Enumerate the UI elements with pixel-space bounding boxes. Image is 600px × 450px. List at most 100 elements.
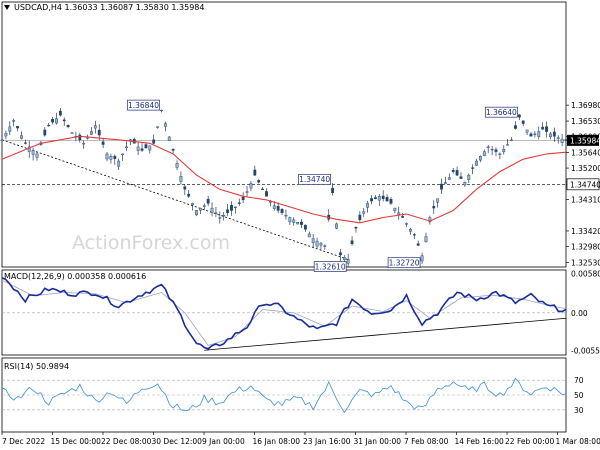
candle-body (475, 160, 478, 166)
candle-body (354, 227, 358, 229)
candle-body (311, 238, 315, 243)
candle-body (370, 198, 373, 202)
candle-body (62, 119, 66, 122)
candle-body (152, 139, 156, 144)
candle-body (506, 144, 510, 146)
macd-axis-label: -0.005558 (571, 347, 600, 356)
candle-body (420, 255, 424, 262)
candle-body (179, 176, 183, 182)
level-price-label: 1.34740 (570, 180, 600, 189)
candle-body (514, 125, 517, 129)
candle-body (346, 259, 350, 264)
price-header-text: USDCAD,H4 1.36033 1.36087 1.35830 1.3598… (14, 3, 205, 12)
candle-body (35, 153, 39, 158)
candle-body (47, 124, 51, 127)
candle-body (198, 207, 202, 211)
candle-body (401, 216, 405, 218)
candle-body (222, 214, 226, 217)
candle-body (187, 193, 191, 197)
candle-body (409, 229, 412, 232)
candle-body (226, 209, 229, 214)
price-axis-label: 1.35200 (571, 164, 600, 173)
time-axis-label: 7 Dec 2022 (2, 437, 45, 446)
rsi-header: RSI(14) 50.9894 (4, 362, 69, 371)
candle-body (459, 176, 463, 179)
candle-body (385, 196, 389, 202)
candle-body (43, 129, 47, 136)
candle-body (307, 233, 311, 238)
candle-body (148, 145, 152, 151)
candle-body (432, 206, 436, 209)
candle-body (284, 214, 288, 217)
candle-body (374, 197, 377, 199)
price-callout-label: 1.36640 (486, 108, 517, 117)
candle-body (482, 151, 486, 156)
candle-body (191, 203, 194, 206)
candle-body (405, 223, 408, 225)
candle-body (424, 236, 428, 243)
candle-body (280, 209, 284, 214)
candle-body (66, 125, 70, 128)
rsi-axis-label: 30 (574, 406, 584, 415)
candle-body (479, 156, 482, 161)
watermark-text: ActionForex.com (72, 232, 230, 254)
candle-body (545, 126, 548, 132)
candle-body (237, 202, 241, 204)
candle-body (541, 126, 545, 130)
candle-body (210, 207, 214, 213)
time-axis-label: 9 Jan 00:00 (202, 437, 245, 446)
candle-body (272, 205, 276, 209)
candle-body (296, 222, 300, 225)
candle-body (12, 120, 16, 122)
time-axis-label: 30 Dec 12:00 (152, 437, 203, 446)
macd-axis-label: 0.00 (571, 309, 588, 318)
time-axis-label: 16 Jan 08:00 (253, 437, 301, 446)
candle-body (163, 123, 167, 127)
chart-canvas: 1.36840 1.36640 1.34740 1.32610 1.32720 1.36… (0, 0, 600, 450)
candle-body (323, 245, 327, 247)
price-axis-label: 1.36530 (571, 117, 600, 126)
candle-body (230, 205, 233, 211)
rsi-axis-label: 50 (574, 391, 584, 400)
candle-body (8, 126, 12, 132)
candle-body (31, 150, 35, 155)
candle-body (362, 211, 366, 214)
candle-body (214, 212, 218, 214)
candle-body (0, 139, 4, 141)
candle-body (335, 223, 338, 229)
candle-body (525, 129, 529, 133)
candle-body (97, 129, 101, 136)
candle-body (502, 149, 506, 153)
candle-body (303, 224, 307, 230)
candle-body (16, 126, 19, 129)
time-axis-label: 7 Feb 08:00 (404, 437, 449, 446)
dropdown-triangle-icon (4, 5, 10, 10)
candle-body (78, 134, 82, 141)
candle-body (393, 207, 397, 212)
candle-body (436, 198, 440, 203)
candle-body (233, 206, 237, 208)
candle-body (517, 114, 521, 118)
candle-body (319, 243, 323, 246)
candle-body (140, 148, 144, 151)
candle-body (315, 240, 319, 247)
time-axis-label: 1 Mar 08:00 (556, 437, 600, 446)
price-axis-label: 1.34310 (571, 196, 600, 205)
time-axis-label: 23 Jan 16:00 (303, 437, 351, 446)
price-axis-label: 1.32980 (571, 243, 600, 252)
chart-background (0, 0, 600, 450)
price-axis-label: 1.35640 (571, 149, 600, 158)
candle-body (183, 186, 187, 190)
candle-body (245, 191, 249, 193)
candle-body (58, 110, 62, 116)
candle-body (358, 214, 362, 221)
candle-body (70, 132, 74, 134)
candle-body (381, 195, 385, 199)
candle-body (366, 203, 370, 208)
candle-body (241, 197, 245, 201)
candle-body (494, 149, 498, 152)
candle-body (412, 234, 416, 236)
candle-body (167, 136, 171, 142)
candle-body (105, 153, 109, 160)
candle-body (117, 160, 121, 167)
